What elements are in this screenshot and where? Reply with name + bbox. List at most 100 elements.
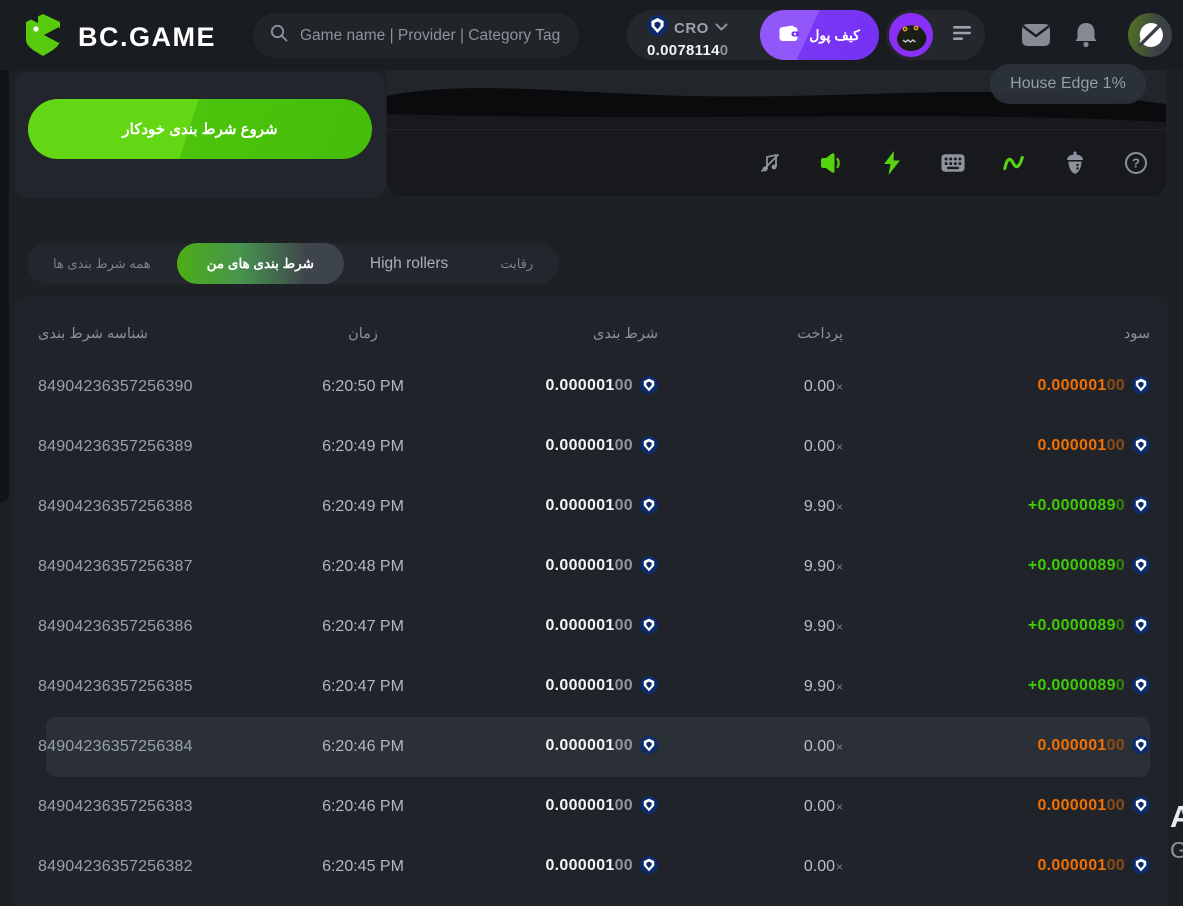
bet-amount-dim: 00 xyxy=(615,557,633,574)
cro-coin-icon xyxy=(640,676,658,699)
tab-my-bets[interactable]: شرط بندی های من xyxy=(177,243,344,284)
currency-selector[interactable]: CRO 0.00781140 xyxy=(647,15,728,59)
table-row[interactable]: 84904236357256387 6:20:48 PM 0.00000100 … xyxy=(38,537,1150,597)
payout-multiplier-symbol: × xyxy=(836,380,843,394)
payout-value: 9.90 xyxy=(804,498,835,515)
table-row[interactable]: 84904236357256382 6:20:45 PM 0.00000100 … xyxy=(38,837,1150,897)
sound-on-icon[interactable] xyxy=(819,151,843,175)
trends-wave-icon[interactable] xyxy=(1002,151,1026,175)
payout-value: 9.90 xyxy=(804,678,835,695)
bets-tabs: همه شرط بندی ها شرط بندی های من High rol… xyxy=(27,243,559,284)
music-off-icon[interactable] xyxy=(758,151,782,175)
cro-coin-icon xyxy=(640,856,658,879)
profit-dim: 0 xyxy=(1116,617,1125,634)
collapsed-side-panel-edge xyxy=(0,28,9,503)
seed-acorn-icon[interactable] xyxy=(1063,151,1087,175)
profit-dim: 00 xyxy=(1107,437,1125,454)
bet-profit: 0.00000100 xyxy=(843,376,1150,399)
bet-profit: +0.00000890 xyxy=(843,616,1150,639)
hotkeys-keyboard-icon[interactable] xyxy=(941,151,965,175)
bet-id: 84904236357256390 xyxy=(38,378,278,396)
cro-coin-icon xyxy=(647,15,668,41)
profile-pill[interactable] xyxy=(886,10,985,60)
profit-dim: 00 xyxy=(1107,857,1125,874)
bet-time: 6:20:46 PM xyxy=(278,738,448,756)
svg-text:?: ? xyxy=(1132,156,1140,171)
profit-dim: 0 xyxy=(1116,497,1125,514)
table-row[interactable]: 84904236357256390 6:20:50 PM 0.00000100 … xyxy=(38,357,1150,417)
bet-amount-main: 0.000001 xyxy=(545,497,614,514)
payout-multiplier-symbol: × xyxy=(836,860,843,874)
payout-multiplier-symbol: × xyxy=(836,620,843,634)
tab-high-rollers[interactable]: High rollers xyxy=(344,243,474,284)
table-body: 84904236357256390 6:20:50 PM 0.00000100 … xyxy=(38,357,1150,897)
help-icon[interactable]: ? xyxy=(1124,151,1148,175)
bet-amount: 0.00000100 xyxy=(448,376,658,399)
cro-coin-icon xyxy=(640,376,658,399)
notifications-bell-icon[interactable] xyxy=(1070,19,1102,51)
tab-race[interactable]: رقابت xyxy=(474,243,559,284)
avatar[interactable] xyxy=(889,13,933,57)
table-header-row: شناسه شرط بندی زمان شرط بندی پرداخت سود xyxy=(38,311,1150,357)
bet-profit: +0.00000890 xyxy=(843,676,1150,699)
wallet-icon xyxy=(779,25,800,46)
cro-coin-icon xyxy=(640,436,658,459)
table-row[interactable]: 84904236357256385 6:20:47 PM 0.00000100 … xyxy=(38,657,1150,717)
cro-coin-icon xyxy=(1132,496,1150,519)
cro-coin-icon xyxy=(1132,736,1150,759)
bet-payout: 0.00× xyxy=(658,798,843,816)
mail-icon[interactable] xyxy=(1020,19,1052,51)
turbo-bolt-icon[interactable] xyxy=(880,151,904,175)
payout-multiplier-symbol: × xyxy=(836,440,843,454)
cro-coin-icon xyxy=(1132,856,1150,879)
table-row[interactable]: 84904236357256389 6:20:49 PM 0.00000100 … xyxy=(38,417,1150,477)
search-placeholder: Game name | Provider | Category Tag xyxy=(300,27,560,45)
game-search-input[interactable]: Game name | Provider | Category Tag xyxy=(253,13,579,58)
bet-time: 6:20:46 PM xyxy=(278,798,448,816)
bet-profit: 0.00000100 xyxy=(843,796,1150,819)
bet-id: 84904236357256386 xyxy=(38,618,278,636)
profit-main: 0.000001 xyxy=(1037,437,1106,454)
tab-all-bets[interactable]: همه شرط بندی ها xyxy=(27,243,177,284)
table-row[interactable]: 84904236357256386 6:20:47 PM 0.00000100 … xyxy=(38,597,1150,657)
cro-coin-icon xyxy=(1132,796,1150,819)
bet-time: 6:20:50 PM xyxy=(278,378,448,396)
bet-time: 6:20:49 PM xyxy=(278,498,448,516)
bet-payout: 0.00× xyxy=(658,738,843,756)
bet-id: 84904236357256383 xyxy=(38,798,278,816)
profit-main: 0.000001 xyxy=(1037,737,1106,754)
bet-amount-main: 0.000001 xyxy=(545,617,614,634)
bet-amount-main: 0.000001 xyxy=(545,377,614,394)
bet-amount-dim: 00 xyxy=(615,377,633,394)
bet-amount-dim: 00 xyxy=(615,857,633,874)
chat-toggle-icon[interactable] xyxy=(1128,13,1172,57)
bet-profit: 0.00000100 xyxy=(843,436,1150,459)
col-header-bet: شرط بندی xyxy=(448,326,658,342)
col-header-bet-id: شناسه شرط بندی xyxy=(38,326,278,342)
bet-payout: 9.90× xyxy=(658,498,843,516)
auto-bet-panel: شروع شرط بندی خودکار xyxy=(14,72,386,198)
bet-profit: 0.00000100 xyxy=(843,736,1150,759)
bet-amount: 0.00000100 xyxy=(448,676,658,699)
table-row[interactable]: 84904236357256383 6:20:46 PM 0.00000100 … xyxy=(38,777,1150,837)
profit-main: +0.0000089 xyxy=(1028,497,1116,514)
wallet-button[interactable]: کیف پول xyxy=(760,10,879,60)
table-row[interactable]: 84904236357256384 6:20:46 PM 0.00000100 … xyxy=(38,717,1150,777)
bet-payout: 9.90× xyxy=(658,618,843,636)
payout-value: 0.00 xyxy=(804,738,835,755)
bet-profit: +0.00000890 xyxy=(843,496,1150,519)
start-auto-bet-button[interactable]: شروع شرط بندی خودکار xyxy=(28,99,372,159)
cro-coin-icon xyxy=(640,796,658,819)
bet-list-menu-icon[interactable] xyxy=(953,25,973,46)
brand-logo[interactable]: BC.GAME xyxy=(22,13,216,62)
bet-time: 6:20:47 PM xyxy=(278,678,448,696)
profit-dim: 00 xyxy=(1107,737,1125,754)
payout-value: 0.00 xyxy=(804,798,835,815)
table-row[interactable]: 84904236357256388 6:20:49 PM 0.00000100 … xyxy=(38,477,1150,537)
bet-id: 84904236357256384 xyxy=(38,738,278,756)
wallet-button-label: کیف پول xyxy=(809,27,860,44)
profit-dim: 00 xyxy=(1107,377,1125,394)
bet-payout: 9.90× xyxy=(658,558,843,576)
right-edge-overlay-letter-a: A xyxy=(1170,799,1183,835)
bet-amount-dim: 00 xyxy=(615,617,633,634)
